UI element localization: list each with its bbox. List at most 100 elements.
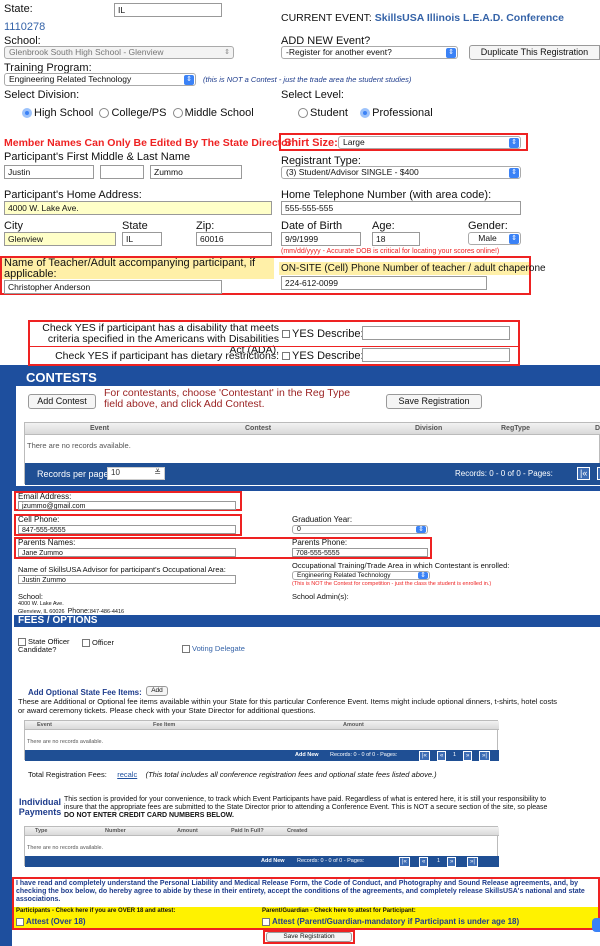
dob-field[interactable]: 9/9/1999 [281,232,361,246]
last-page-icon[interactable]: »| [467,857,478,867]
radio-high-school[interactable] [22,108,32,119]
voting-label: Voting Delegate [192,644,245,653]
next-page-icon[interactable]: » [447,857,457,867]
add-contest-button[interactable]: Add Contest [28,394,96,409]
per-page-select[interactable]: 10 ≚ [107,467,165,480]
parents-field[interactable]: Jane Zummo [18,548,236,557]
radio-professional[interactable] [360,108,371,119]
current-event: CURRENT EVENT: SkillsUSA Illinois L.E.A.… [281,12,564,24]
city-state-field[interactable]: IL [122,232,162,246]
radio-college[interactable] [99,108,110,119]
chevron-down-icon: ⇕ [509,138,519,148]
prev-page-icon[interactable]: « [419,857,429,867]
gender-value: Male [478,233,497,243]
ada-describe-field[interactable] [362,326,510,340]
middle-name-field [100,165,144,179]
last-page-icon[interactable]: »| [479,751,490,761]
ada-yes-checkbox[interactable] [282,330,290,339]
pay-col-created: Created [287,828,308,834]
fees-grid: Event Fee Item Amount There are no recor… [24,720,499,761]
state-field[interactable]: IL [114,3,222,17]
col-d: D [595,425,600,432]
over18-label: Participants - Check here if you are OVE… [16,908,176,914]
add-event-select[interactable]: -Register for another event? ⇕ [281,46,458,59]
grad-select[interactable]: 0 ⇕ [292,525,428,534]
total-fees-note: (This total includes all conference regi… [145,770,437,779]
state-officer-option: State Officer Candidate? [18,637,78,654]
address-label: Participant's Home Address: [4,189,142,201]
program-select[interactable]: Engineering Related Technology ⇕ [4,73,196,86]
officer-label: Officer [92,638,114,647]
chevron-down-icon: ⇕ [446,48,456,58]
diet-yes-label: YES [292,350,315,362]
contests-grid-header: Event Contest Division RegType D [25,423,600,435]
onsite-phone-field[interactable]: 224-612-0099 [281,276,487,290]
contests-title: CONTESTS [26,370,97,385]
chevron-down-icon: ⇕ [224,49,230,56]
officer-checkbox[interactable] [82,639,90,648]
scroll-indicator[interactable] [592,918,600,932]
current-event-name: SkillsUSA Illinois L.E.A.D. Conference [374,12,564,24]
grad-value: 0 [297,526,301,533]
pay-col-amount: Amount [177,828,198,834]
guardian-cb-label: Attest (Parent/Guardian-mandatory if Par… [272,917,520,926]
save-registration-bottom-button[interactable]: Save Registration [266,932,352,942]
home-phone-field[interactable]: 555-555-555 [281,201,521,215]
gender-select[interactable]: Male ⇕ [468,232,521,245]
shirt-size-select[interactable]: Large ⇕ [338,136,521,149]
school-select[interactable]: Glenbrook South High School - Glenview ⇕ [4,46,234,59]
prev-page-icon[interactable]: « [437,751,447,761]
home-phone-label: Home Telephone Number (with area code): [281,189,492,201]
payments-records: Records: 0 - 0 of 0 - Pages: [297,858,365,864]
fees-add-new[interactable]: Add New [295,752,319,758]
advisor-label: Name of SkillsUSA Advisor for participan… [18,565,226,574]
chevron-down-icon: ≚ [154,468,161,477]
col-division: Division [415,425,443,432]
names-warning: Member Names Can Only Be Edited By The S… [4,137,292,149]
chevron-down-icon: ⇕ [509,234,519,244]
chevron-down-icon: ⇕ [184,75,194,85]
fees-records: Records: 0 - 0 of 0 - Pages: [330,752,398,758]
voting-checkbox[interactable] [182,645,190,654]
first-page-icon[interactable]: |« [399,857,410,867]
recalc-link[interactable]: recalc [117,770,137,779]
payments-add-new[interactable]: Add New [261,858,285,864]
advisor-field[interactable]: Justin Zummo [18,575,236,584]
cell-field[interactable]: 847-555-5555 [18,525,236,534]
first-page-icon[interactable]: |« [577,467,591,480]
age-field[interactable]: 18 [372,232,420,246]
radio-label: College/PS [111,107,167,119]
officer-option: Officer [82,638,114,648]
diet-describe-field[interactable] [362,348,510,362]
last-name-field: Zummo [150,165,242,179]
radio-student[interactable] [298,108,308,119]
cell-label: Cell Phone: [18,515,60,524]
radio-label: Professional [372,107,433,119]
diet-yes-checkbox[interactable] [282,352,290,361]
email-field[interactable]: jzummo@gmail.com [18,501,236,510]
guardian-label: Parent/Guardian - Check here to attest f… [262,908,416,914]
col-contest: Contest [245,425,272,432]
guardian-checkbox[interactable] [262,917,270,926]
parents-label: Parents Names: [18,538,76,547]
address-field[interactable]: 4000 W. Lake Ave. [4,201,272,215]
reg-type-select[interactable]: (3) Student/Advisor SINGLE - $400 ⇕ [281,166,521,179]
zip-field[interactable]: 60016 [196,232,272,246]
over18-checkbox[interactable] [16,917,24,926]
program-note: (this is NOT a Contest - just the trade … [203,75,412,84]
occ-select[interactable]: Engineering Related Technology ⇕ [292,571,430,580]
radio-middle-school[interactable] [172,108,183,119]
dob-label: Date of Birth [281,220,343,232]
pay-col-type: Type [35,828,48,834]
city-field[interactable]: Glenview [4,232,116,246]
save-registration-top-button[interactable]: Save Registration [386,394,482,409]
first-page-icon[interactable]: |« [419,751,430,761]
teacher-field[interactable]: Christopher Anderson [4,280,222,294]
duplicate-registration-button[interactable]: Duplicate This Registration [469,45,600,60]
school-info-label: School: [18,592,44,601]
parents-phone-field[interactable]: 708-555-5555 [292,548,428,557]
payments-desc-a: This section is provided for your conven… [64,796,548,811]
school-select-value: Glenbrook South High School - Glenview [9,47,164,57]
next-page-icon[interactable]: » [463,751,473,761]
add-optional-fee-button[interactable]: Add [146,686,168,696]
